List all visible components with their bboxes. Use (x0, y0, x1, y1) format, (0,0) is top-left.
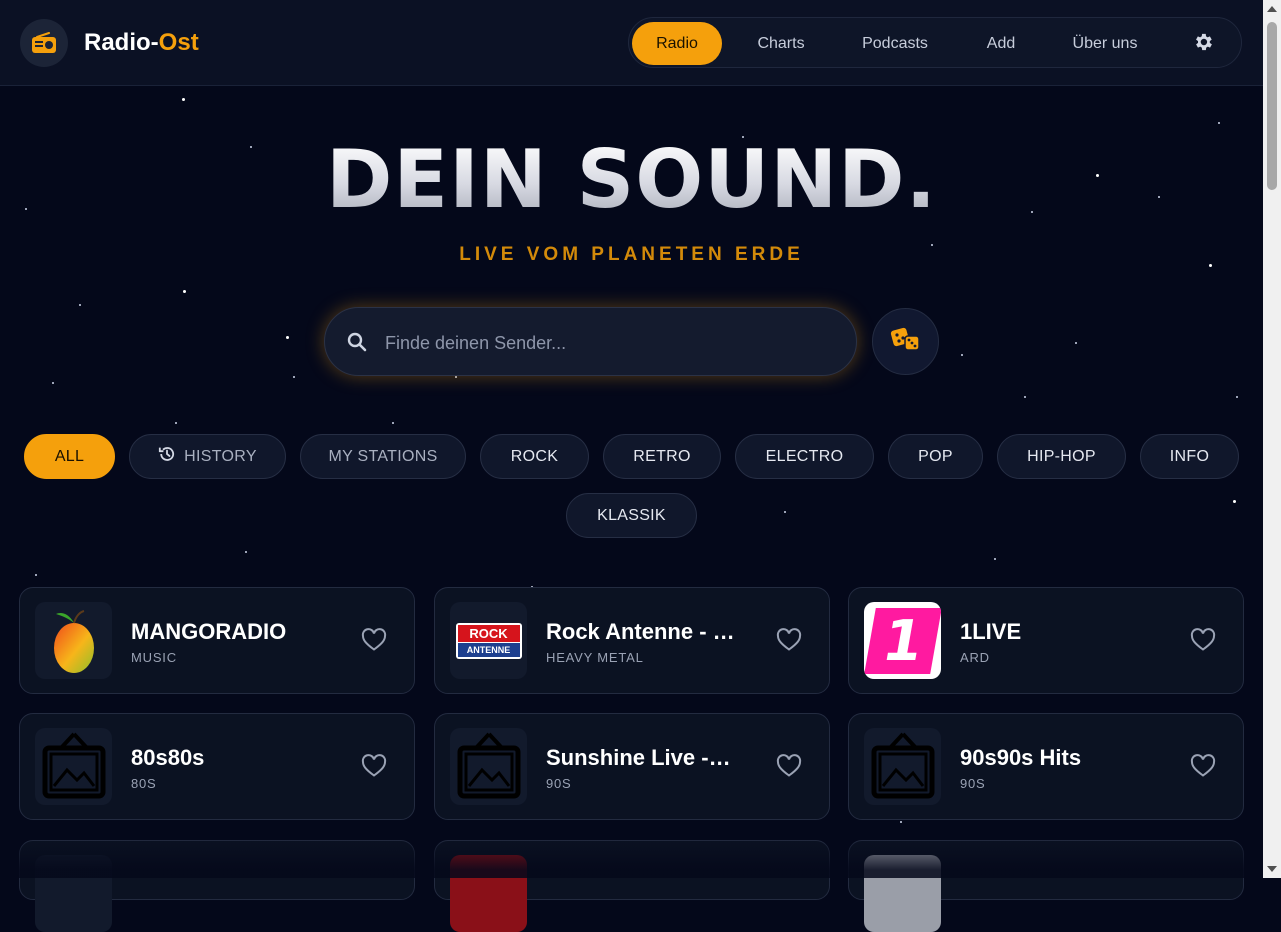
filter-electro[interactable]: ELECTRO (735, 434, 874, 479)
placeholder-image-icon (864, 728, 941, 805)
filter-label: HIP-HOP (1027, 447, 1096, 465)
filter-label: KLASSIK (597, 506, 666, 524)
station-card[interactable]: MANGORADIO MUSIC (19, 587, 415, 694)
hero-subtitle: LIVE VOM PLANETEN ERDE (459, 244, 804, 265)
brand-name-accent: Ost (158, 29, 199, 56)
nav-podcasts[interactable]: Podcasts (847, 22, 943, 65)
station-genre: 80S (131, 776, 157, 791)
filter-hip-hop[interactable]: HIP-HOP (997, 434, 1126, 479)
station-card[interactable]: 80s80s 80S (19, 713, 415, 820)
station-card[interactable]: ROCK ANTENNE Rock Antenne - Heavy Metal … (434, 587, 830, 694)
scroll-up-arrow[interactable] (1267, 6, 1277, 12)
nav-add[interactable]: Add (959, 22, 1043, 65)
brand-name-main: Radio- (84, 29, 159, 56)
rock-antenne-logo-top: ROCK (457, 624, 520, 642)
filter-retro[interactable]: RETRO (603, 434, 721, 479)
top-navigation-bar: Radio-Ost Radio Charts Podcasts Add Über… (0, 0, 1263, 86)
history-icon (158, 445, 176, 468)
main-nav: Radio Charts Podcasts Add Über uns (628, 17, 1242, 68)
search-icon (347, 332, 367, 357)
bottom-fade (0, 838, 1263, 878)
filter-label: ELECTRO (765, 447, 844, 465)
filter-label: HISTORY (184, 447, 257, 465)
station-name: 1LIVE (960, 619, 1022, 644)
mango-logo (35, 602, 112, 679)
heart-icon[interactable] (776, 754, 802, 778)
nav-charts[interactable]: Charts (734, 22, 828, 65)
scroll-thumb[interactable] (1267, 22, 1277, 190)
gear-icon[interactable] (1192, 31, 1216, 55)
heart-icon[interactable] (1190, 628, 1216, 652)
heart-icon[interactable] (361, 628, 387, 652)
station-name: MANGORADIO (131, 619, 287, 644)
station-card[interactable]: Sunshine Live - 90s 90S (434, 713, 830, 820)
filter-label: INFO (1169, 447, 1210, 465)
station-genre: 90S (960, 776, 986, 791)
rock-antenne-logo: ROCK ANTENNE (450, 602, 527, 679)
filter-label: POP (918, 447, 953, 465)
station-genre: 90S (546, 776, 572, 791)
station-name: 90s90s Hits (960, 745, 1082, 770)
dice-icon (890, 325, 922, 358)
filter-klassik[interactable]: KLASSIK (566, 493, 697, 538)
filter-label: MY STATIONS (328, 447, 438, 465)
radio-icon[interactable] (20, 19, 68, 67)
filter-info[interactable]: INFO (1140, 434, 1239, 479)
filter-rock[interactable]: ROCK (480, 434, 589, 479)
filter-label: ROCK (510, 447, 559, 465)
rock-antenne-logo-bottom: ANTENNE (457, 642, 520, 657)
random-station-button[interactable] (872, 308, 939, 375)
filter-pop[interactable]: POP (888, 434, 983, 479)
station-name: Rock Antenne - Heavy Metal (546, 619, 746, 644)
filter-label: RETRO (633, 447, 691, 465)
filter-label: ALL (54, 447, 85, 465)
placeholder-image-icon (35, 728, 112, 805)
station-name: Sunshine Live - 90s (546, 745, 734, 770)
heart-icon[interactable] (776, 628, 802, 652)
nav-about[interactable]: Über uns (1059, 22, 1151, 65)
station-genre: ARD (960, 650, 990, 665)
filter-all[interactable]: ALL (24, 434, 115, 479)
page-scrollbar[interactable] (1263, 0, 1281, 878)
station-genre: HEAVY METAL (546, 650, 644, 665)
nav-radio[interactable]: Radio (632, 22, 722, 65)
search-bar[interactable] (324, 307, 857, 376)
station-name: 80s80s (131, 745, 205, 770)
1live-logo: 1 (864, 602, 941, 679)
placeholder-image-icon (450, 728, 527, 805)
station-card[interactable]: 1 1LIVE ARD (848, 587, 1244, 694)
hero-title: DEIN SOUND. (0, 138, 1263, 222)
scroll-down-arrow[interactable] (1267, 866, 1277, 872)
heart-icon[interactable] (361, 754, 387, 778)
brand-name[interactable]: Radio-Ost (84, 29, 199, 57)
station-genre: MUSIC (131, 650, 177, 665)
station-card[interactable]: 90s90s Hits 90S (848, 713, 1244, 820)
filter-history[interactable]: HISTORY (129, 434, 286, 479)
search-input[interactable] (383, 322, 827, 364)
heart-icon[interactable] (1190, 754, 1216, 778)
1live-logo-text: 1 (877, 608, 928, 673)
filter-my-stations[interactable]: MY STATIONS (300, 434, 466, 479)
